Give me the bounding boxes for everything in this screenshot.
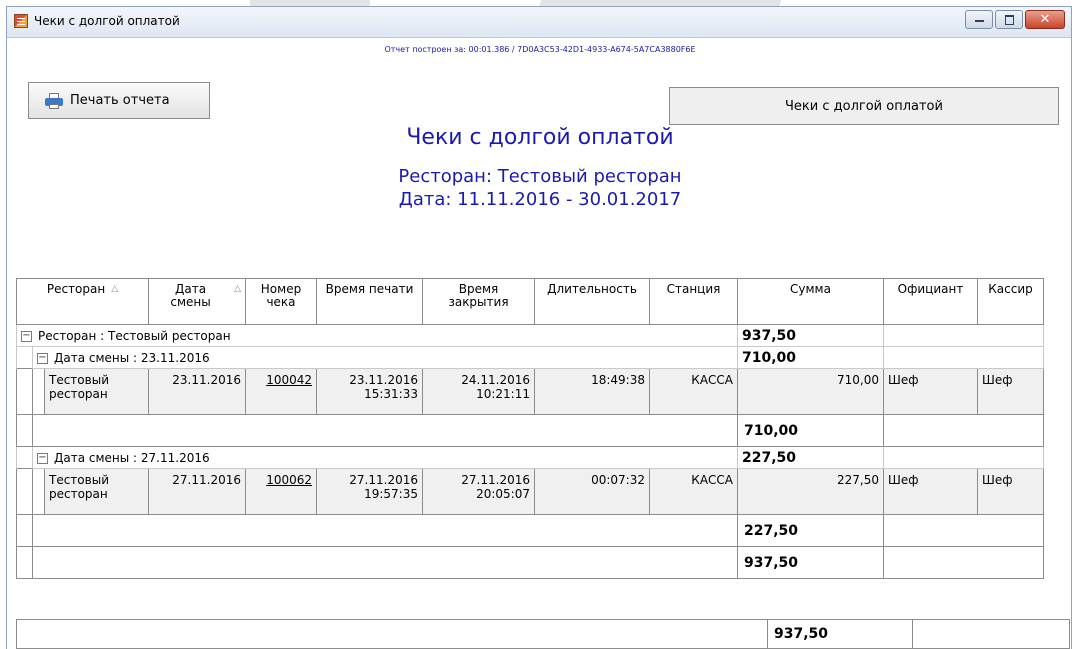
collapse-icon[interactable]: − xyxy=(21,330,32,342)
sort-triangle-icon: △ xyxy=(234,284,241,294)
col-header-waiter[interactable]: Официант xyxy=(883,278,978,325)
cell-waiter: Шеф xyxy=(883,468,978,515)
minimize-icon xyxy=(975,20,984,22)
group-total-value: 937,50 xyxy=(737,546,884,579)
collapse-icon[interactable]: − xyxy=(37,352,48,364)
col-header-check-no[interactable]: Номер чека xyxy=(245,278,317,325)
group-row-shift-date: − Дата смены : 27.11.2016 227,50 xyxy=(16,446,1044,469)
printer-icon xyxy=(45,92,63,109)
checks-table: Ресторан △ Дата смены △ Номер чека Время п… xyxy=(16,278,1044,579)
table-header-row: Ресторан △ Дата смены △ Номер чека Время п… xyxy=(16,278,1044,325)
cell-station: КАССА xyxy=(649,468,738,515)
minimize-button[interactable] xyxy=(965,10,993,29)
report-subtitle: Ресторан: Тестовый ресторан Дата: 11.11.… xyxy=(7,165,1073,211)
report-build-info: Отчет построен за: 00:01.386 / 7D0A3C53-… xyxy=(384,45,696,54)
check-number-link[interactable]: 100062 xyxy=(266,473,312,487)
subtotal-value: 710,00 xyxy=(737,414,884,447)
window-controls: ✕ xyxy=(965,10,1065,29)
table-row[interactable]: Тестовый ресторан 23.11.2016 100042 23.11… xyxy=(16,368,1044,415)
col-header-restaurant[interactable]: Ресторан △ xyxy=(16,278,149,325)
report-restaurant-line: Ресторан: Тестовый ресторан xyxy=(398,166,682,187)
long-payment-report-button[interactable]: Чеки с долгой оплатой xyxy=(669,87,1059,125)
col-header-close-time[interactable]: Время закрытия xyxy=(422,278,535,325)
subgroup-total: 710,00 xyxy=(737,346,884,369)
group-total: 937,50 xyxy=(737,324,884,347)
maximize-icon xyxy=(1005,15,1014,25)
cell-restaurant: Тестовый ресторан xyxy=(44,468,149,515)
cell-close-time: 24.11.2016 10:21:11 xyxy=(422,368,535,415)
title-bar[interactable]: Чеки с долгой оплатой ✕ xyxy=(7,7,1071,38)
window-title: Чеки с долгой оплатой xyxy=(34,14,180,28)
cell-duration: 18:49:38 xyxy=(534,368,650,415)
col-header-shift-date[interactable]: Дата смены △ xyxy=(148,278,246,325)
subgroup-label: − Дата смены : 23.11.2016 xyxy=(32,346,738,369)
print-report-label: Печать отчета xyxy=(70,93,170,108)
cell-check-no[interactable]: 100062 xyxy=(245,468,317,515)
check-number-link[interactable]: 100042 xyxy=(266,373,312,387)
subtotal-value: 227,50 xyxy=(737,514,884,547)
close-button[interactable]: ✕ xyxy=(1025,10,1065,29)
subtotal-row: 227,50 xyxy=(16,514,1044,547)
cell-print-time: 23.11.2016 15:31:33 xyxy=(316,368,423,415)
col-header-sum[interactable]: Сумма xyxy=(737,278,884,325)
cell-restaurant: Тестовый ресторан xyxy=(44,368,149,415)
report-title: Чеки с долгой оплатой xyxy=(406,125,674,150)
app-icon xyxy=(14,14,28,28)
collapse-icon[interactable]: − xyxy=(37,452,48,464)
group-row-restaurant: − Ресторан : Тестовый ресторан 937,50 xyxy=(16,324,1044,347)
group-total-row: 937,50 xyxy=(16,546,1044,579)
grand-total-value: 937,50 xyxy=(767,620,913,648)
cell-station: КАССА xyxy=(649,368,738,415)
cell-shift-date: 23.11.2016 xyxy=(148,368,246,415)
cell-shift-date: 27.11.2016 xyxy=(148,468,246,515)
group-label: − Ресторан : Тестовый ресторан xyxy=(16,324,738,347)
cell-check-no[interactable]: 100042 xyxy=(245,368,317,415)
cell-close-time: 27.11.2016 20:05:07 xyxy=(422,468,535,515)
cell-duration: 00:07:32 xyxy=(534,468,650,515)
print-report-button[interactable]: Печать отчета xyxy=(28,82,210,119)
maximize-button[interactable] xyxy=(995,10,1023,29)
table-row[interactable]: Тестовый ресторан 27.11.2016 100062 27.11… xyxy=(16,468,1044,515)
col-header-print-time[interactable]: Время печати xyxy=(316,278,423,325)
cell-sum: 710,00 xyxy=(737,368,884,415)
report-window: Чеки с долгой оплатой ✕ Отчет построен з… xyxy=(6,6,1072,649)
col-header-cashier[interactable]: Кассир xyxy=(977,278,1044,325)
subtotal-row: 710,00 xyxy=(16,414,1044,447)
cell-print-time: 27.11.2016 19:57:35 xyxy=(316,468,423,515)
sort-triangle-icon: △ xyxy=(111,284,119,294)
cell-waiter: Шеф xyxy=(883,368,978,415)
subgroup-label: − Дата смены : 27.11.2016 xyxy=(32,446,738,469)
group-row-shift-date: − Дата смены : 23.11.2016 710,00 xyxy=(16,346,1044,369)
report-date-line: Дата: 11.11.2016 - 30.01.2017 xyxy=(398,189,682,210)
cell-cashier: Шеф xyxy=(977,368,1044,415)
col-header-duration[interactable]: Длительность xyxy=(534,278,650,325)
grand-total-row: 937,50 xyxy=(16,619,1070,649)
cell-cashier: Шеф xyxy=(977,468,1044,515)
cell-sum: 227,50 xyxy=(737,468,884,515)
col-header-station[interactable]: Станция xyxy=(649,278,738,325)
subgroup-total: 227,50 xyxy=(737,446,884,469)
